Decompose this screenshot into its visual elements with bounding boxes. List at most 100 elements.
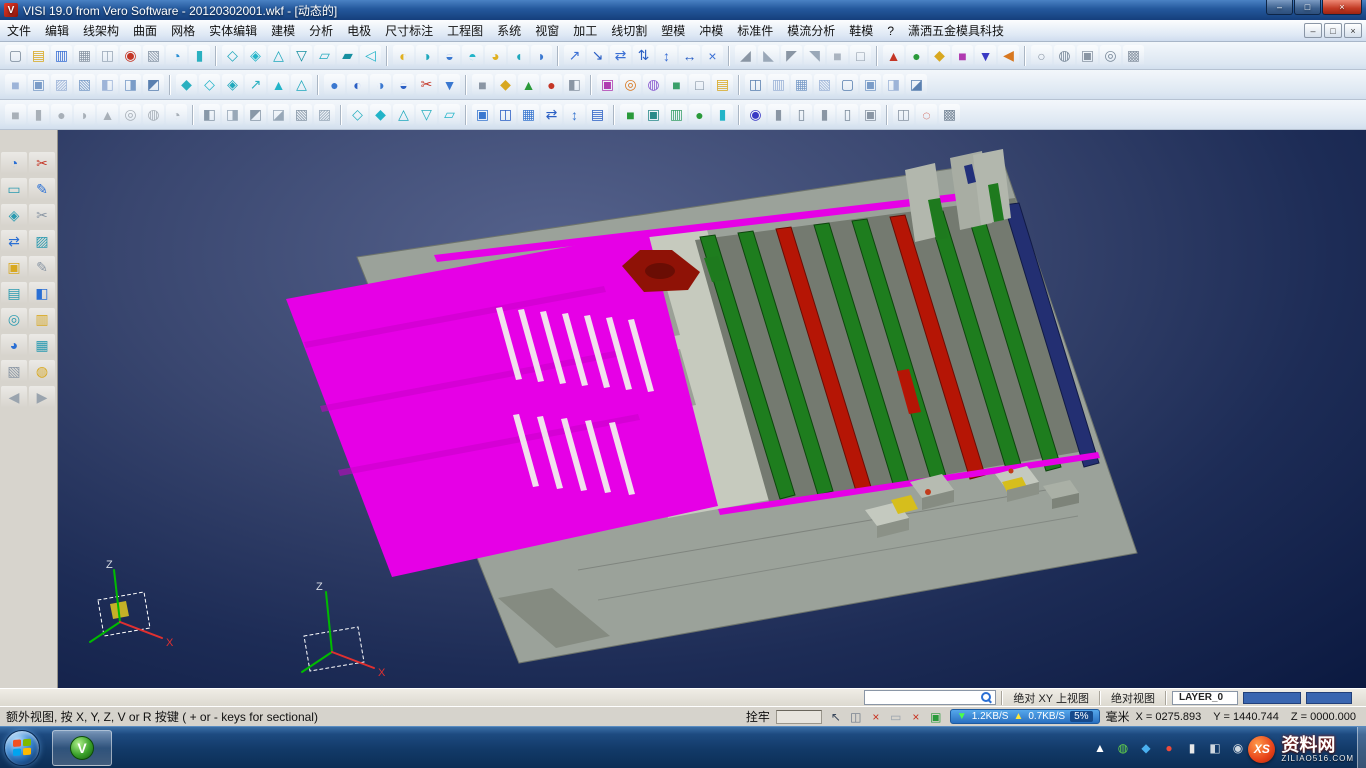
tray-ime[interactable]: ▮ xyxy=(1184,740,1200,756)
toolbar2-icon-22[interactable]: ■ xyxy=(472,74,493,95)
toolbar1-icon-39[interactable]: □ xyxy=(850,45,871,66)
menu-?[interactable]: ? xyxy=(880,20,901,41)
toolbar1-icon-34[interactable]: ◢ xyxy=(735,45,756,66)
status-select-cursor[interactable]: ↖ xyxy=(828,709,844,725)
toolbar3-icon-19[interactable]: ▽ xyxy=(416,104,437,125)
toolbar2-icon-42[interactable]: ◪ xyxy=(906,74,927,95)
toolbar2-icon-33[interactable]: ▤ xyxy=(712,74,733,95)
menu-系统[interactable]: 系统 xyxy=(490,20,528,41)
toolbar1-erase[interactable]: ▧ xyxy=(143,45,164,66)
toolbar3-icon-35[interactable]: ◉ xyxy=(745,104,766,125)
lefttool-angle[interactable]: ◕ xyxy=(1,334,27,356)
toolbar2-icon-19[interactable]: ✂ xyxy=(416,74,437,95)
toolbar3-icon-14[interactable]: ▨ xyxy=(314,104,335,125)
lefttool-hatch[interactable]: ▨ xyxy=(29,230,55,252)
lefttool-cut[interactable]: ✂ xyxy=(29,204,55,226)
toolbar3-primitive-sphere[interactable]: ● xyxy=(51,104,72,125)
menu-线架构[interactable]: 线架构 xyxy=(76,20,126,41)
menu-线切割[interactable]: 线切割 xyxy=(604,20,654,41)
tray-messenger[interactable]: ◆ xyxy=(1138,740,1154,756)
toolbar1-icon-43[interactable]: ◆ xyxy=(929,45,950,66)
lefttool-circle-tool[interactable]: ◎ xyxy=(1,308,27,330)
toolbar3-primitive-cone[interactable]: ◗ xyxy=(74,104,95,125)
toolbar2-icon-37[interactable]: ▦ xyxy=(791,74,812,95)
mdi-restore-button[interactable]: □ xyxy=(1324,23,1342,38)
toolbar1-icon-15[interactable]: ▰ xyxy=(337,45,358,66)
menu-加工[interactable]: 加工 xyxy=(566,20,604,41)
lefttool-annotate[interactable]: ✎ xyxy=(29,256,55,278)
toolbar3-icon-7[interactable]: ◔ xyxy=(166,104,187,125)
toolbar1-icon-18[interactable]: ◐ xyxy=(393,45,414,66)
toolbar3-primitive-pyramid[interactable]: ▲ xyxy=(97,104,118,125)
toolbar3-icon-24[interactable]: ▦ xyxy=(518,104,539,125)
toolbar1-icon-23[interactable]: ◖ xyxy=(508,45,529,66)
search-icon[interactable] xyxy=(981,692,992,703)
toolbar2-icon-39[interactable]: ▢ xyxy=(837,74,858,95)
toolbar3-icon-39[interactable]: ▯ xyxy=(837,104,858,125)
toolbar2-icon-12[interactable]: ▲ xyxy=(268,74,289,95)
status-remove[interactable]: × xyxy=(908,709,924,725)
toolbar1-icon-35[interactable]: ◣ xyxy=(758,45,779,66)
toolbar3-icon-30[interactable]: ▣ xyxy=(643,104,664,125)
toolbar2-icon-2[interactable]: ▨ xyxy=(51,74,72,95)
toolbar2-icon-30[interactable]: ◍ xyxy=(643,74,664,95)
toolbar3-icon-10[interactable]: ◨ xyxy=(222,104,243,125)
toolbar3-icon-13[interactable]: ▧ xyxy=(291,104,312,125)
toolbar1-icon-11[interactable]: ◈ xyxy=(245,45,266,66)
menu-文件[interactable]: 文件 xyxy=(0,20,38,41)
toolbar3-icon-12[interactable]: ◪ xyxy=(268,104,289,125)
toolbar1-print[interactable]: ▦ xyxy=(74,45,95,66)
toolbar1-icon-48[interactable]: ○ xyxy=(1031,45,1052,66)
lefttool-sketch[interactable]: ✎ xyxy=(29,178,55,200)
mdi-minimize-button[interactable]: – xyxy=(1304,23,1322,38)
toolbar1-icon-26[interactable]: ↗ xyxy=(564,45,585,66)
toolbar2-icon-35[interactable]: ◫ xyxy=(745,74,766,95)
maximize-button[interactable]: □ xyxy=(1294,0,1321,15)
lefttool-half-view[interactable]: ◧ xyxy=(29,282,55,304)
toolbar1-icon-46[interactable]: ◀ xyxy=(998,45,1019,66)
toolbar2-icon-29[interactable]: ◎ xyxy=(620,74,641,95)
toolbar3-icon-31[interactable]: ▥ xyxy=(666,104,687,125)
toolbar3-icon-26[interactable]: ↕ xyxy=(564,104,585,125)
status-confirm[interactable]: ▣ xyxy=(928,709,944,725)
toolbar2-icon-16[interactable]: ◐ xyxy=(347,74,368,95)
cad-model[interactable] xyxy=(286,149,1137,663)
menu-冲模[interactable]: 冲模 xyxy=(692,20,730,41)
toolbar2-icon-36[interactable]: ▥ xyxy=(768,74,789,95)
status-frame[interactable]: ▭ xyxy=(888,709,904,725)
menu-塑模[interactable]: 塑模 xyxy=(654,20,692,41)
toolbar1-open-file[interactable]: ▤ xyxy=(28,45,49,66)
toolbar2-icon-25[interactable]: ● xyxy=(541,74,562,95)
toolbar2-icon-15[interactable]: ● xyxy=(324,74,345,95)
view-absolute-xy-button[interactable]: 绝对 XY 上视图 xyxy=(1008,690,1094,706)
search-input[interactable] xyxy=(868,692,981,703)
lefttool-render[interactable]: ◍ xyxy=(29,360,55,382)
toolbar1-icon-38[interactable]: ■ xyxy=(827,45,848,66)
toolbar1-icon-42[interactable]: ● xyxy=(906,45,927,66)
toolbar1-icon-44[interactable]: ■ xyxy=(952,45,973,66)
toolbar3-icon-44[interactable]: ▩ xyxy=(939,104,960,125)
status-link[interactable]: ◫ xyxy=(848,709,864,725)
toolbar1-icon-19[interactable]: ◑ xyxy=(416,45,437,66)
toolbar2-icon-10[interactable]: ◈ xyxy=(222,74,243,95)
menu-建模[interactable]: 建模 xyxy=(264,20,302,41)
toolbar3-icon-11[interactable]: ◩ xyxy=(245,104,266,125)
layer-selector[interactable]: LAYER_0 xyxy=(1172,691,1238,705)
toolbar2-icon-18[interactable]: ◒ xyxy=(393,74,414,95)
toolbar3-icon-16[interactable]: ◇ xyxy=(347,104,368,125)
toolbar1-icon-45[interactable]: ▼ xyxy=(975,45,996,66)
close-button[interactable]: × xyxy=(1322,0,1362,15)
toolbar1-icon-52[interactable]: ▩ xyxy=(1123,45,1144,66)
lefttool-window-select[interactable]: ▭ xyxy=(1,178,27,200)
toolbar1-icon-10[interactable]: ◇ xyxy=(222,45,243,66)
lefttool-table[interactable]: ▥ xyxy=(29,308,55,330)
toolbar1-icon-50[interactable]: ▣ xyxy=(1077,45,1098,66)
toolbar3-icon-29[interactable]: ■ xyxy=(620,104,641,125)
toolbar1-icon-37[interactable]: ◥ xyxy=(804,45,825,66)
network-speed-widget[interactable]: ▼ 1.2KB/S ▲ 0.7KB/S 5% xyxy=(950,709,1100,724)
lefttool-section[interactable]: ▧ xyxy=(1,360,27,382)
taskbar-visi-app[interactable]: V xyxy=(52,730,112,766)
tray-show-hidden-icons[interactable]: ▲ xyxy=(1092,740,1108,756)
toolbar2-icon-8[interactable]: ◆ xyxy=(176,74,197,95)
toolbar1-icon-22[interactable]: ◕ xyxy=(485,45,506,66)
